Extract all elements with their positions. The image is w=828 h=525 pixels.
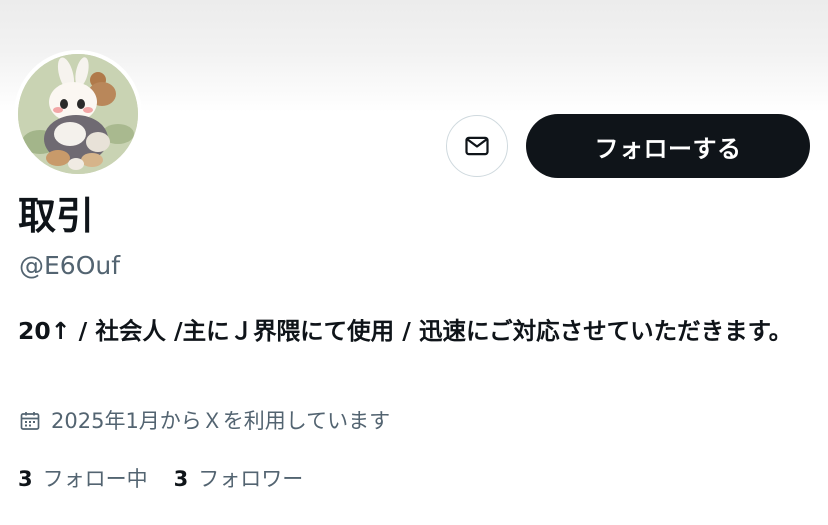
followers-count: 3: [173, 467, 189, 491]
following-count: 3: [18, 467, 33, 491]
avatar-illustration: [18, 54, 138, 174]
followers-label: フォロワー: [198, 467, 304, 491]
join-date: 2025年1月からＸを利用しています: [18, 406, 390, 436]
followers-link[interactable]: 3 フォロワー: [174, 463, 304, 495]
following-link[interactable]: 3 フォロー中: [18, 463, 148, 495]
join-date-text: 2025年1月からＸを利用しています: [51, 409, 391, 433]
following-label: フォロー中: [42, 467, 148, 491]
display-name: 取引: [18, 194, 95, 238]
follow-button[interactable]: フォローする: [526, 114, 810, 178]
user-handle: @E6Ouf: [19, 251, 121, 280]
envelope-icon: [465, 136, 489, 156]
message-button[interactable]: [446, 115, 508, 177]
profile-bio: 20↑ / 社会人 /主にＪ界隈にて使用 / 迅速にご対応させていただきます。: [18, 317, 793, 345]
avatar[interactable]: [18, 54, 138, 174]
calendar-icon: [18, 409, 42, 433]
follow-stats: 3 フォロー中 3 フォロワー: [18, 463, 329, 495]
